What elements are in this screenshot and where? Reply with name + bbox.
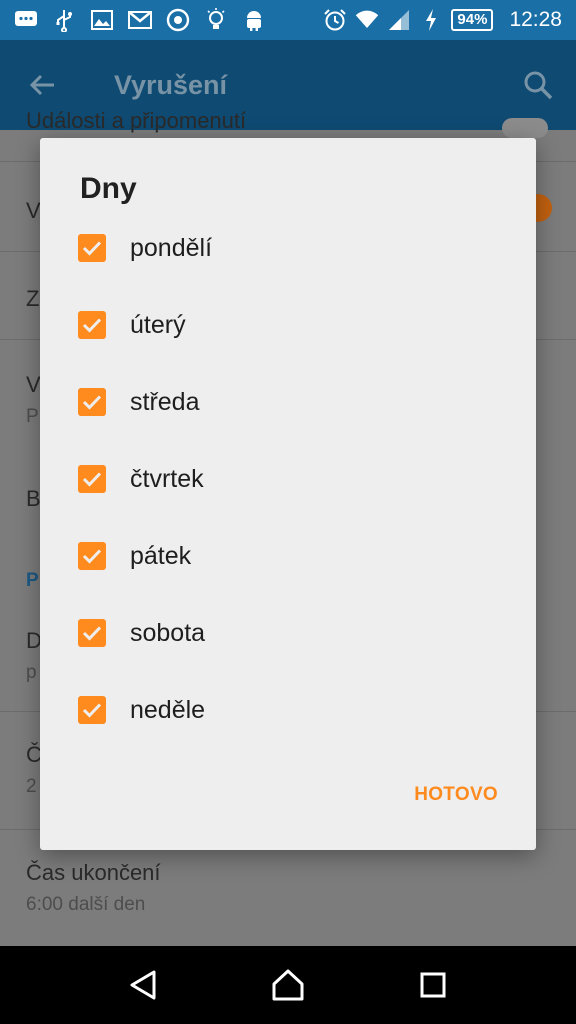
home-nav-icon[interactable] — [265, 962, 311, 1008]
charging-icon — [419, 8, 443, 32]
arrow-back-icon[interactable] — [28, 70, 58, 100]
alarm-icon — [323, 8, 347, 32]
page-title: Vyrušení — [114, 69, 228, 100]
checkbox-checked-icon[interactable] — [78, 619, 106, 647]
end-time-title: Čas ukončení — [26, 860, 161, 885]
end-time-value: 6:00 další den — [26, 894, 146, 915]
day-label: sobota — [130, 618, 206, 647]
checkbox-checked-icon[interactable] — [78, 388, 106, 416]
dialog-title: Dny — [80, 172, 137, 205]
day-option-thursday[interactable]: čtvrtek — [78, 451, 498, 507]
section-header: P — [26, 570, 39, 591]
day-label: pondělí — [130, 233, 213, 262]
day-label: pátek — [130, 541, 192, 570]
navigation-bar — [0, 946, 576, 1024]
day-label: středa — [130, 387, 200, 416]
battery-level: 94% — [451, 9, 494, 31]
list-item-title: Události a připomenutí — [26, 108, 247, 133]
signal-icon — [387, 8, 411, 32]
gmail-icon — [128, 8, 152, 32]
done-button[interactable]: HOTOVO — [414, 784, 498, 806]
day-label: úterý — [130, 310, 186, 339]
day-option-monday[interactable]: pondělí — [78, 220, 498, 276]
usb-icon — [52, 8, 76, 32]
day-label: neděle — [130, 695, 206, 724]
day-option-friday[interactable]: pátek — [78, 528, 498, 584]
status-bar: 94% 12:28 — [0, 0, 576, 40]
day-option-sunday[interactable]: neděle — [78, 682, 498, 738]
image-icon — [90, 8, 114, 32]
back-nav-icon[interactable] — [120, 962, 166, 1008]
wifi-icon — [355, 8, 379, 32]
checkbox-checked-icon[interactable] — [78, 542, 106, 570]
chat-icon — [14, 8, 38, 32]
sync-icon — [166, 8, 190, 32]
day-option-saturday[interactable]: sobota — [78, 605, 498, 661]
toggle-switch[interactable] — [502, 118, 548, 138]
android-icon — [242, 8, 266, 32]
day-option-tuesday[interactable]: úterý — [78, 297, 498, 353]
checkbox-checked-icon[interactable] — [78, 465, 106, 493]
days-dialog: Dny pondělí úterý středa čtvrtek pátek s… — [40, 138, 536, 850]
clock: 12:28 — [509, 8, 562, 31]
checkbox-checked-icon[interactable] — [78, 234, 106, 262]
search-icon[interactable] — [522, 69, 554, 101]
day-option-wednesday[interactable]: středa — [78, 374, 498, 430]
day-label: čtvrtek — [130, 464, 204, 493]
bulb-icon — [204, 8, 228, 32]
checkbox-checked-icon[interactable] — [78, 696, 106, 724]
recents-nav-icon[interactable] — [410, 962, 456, 1008]
checkbox-checked-icon[interactable] — [78, 311, 106, 339]
